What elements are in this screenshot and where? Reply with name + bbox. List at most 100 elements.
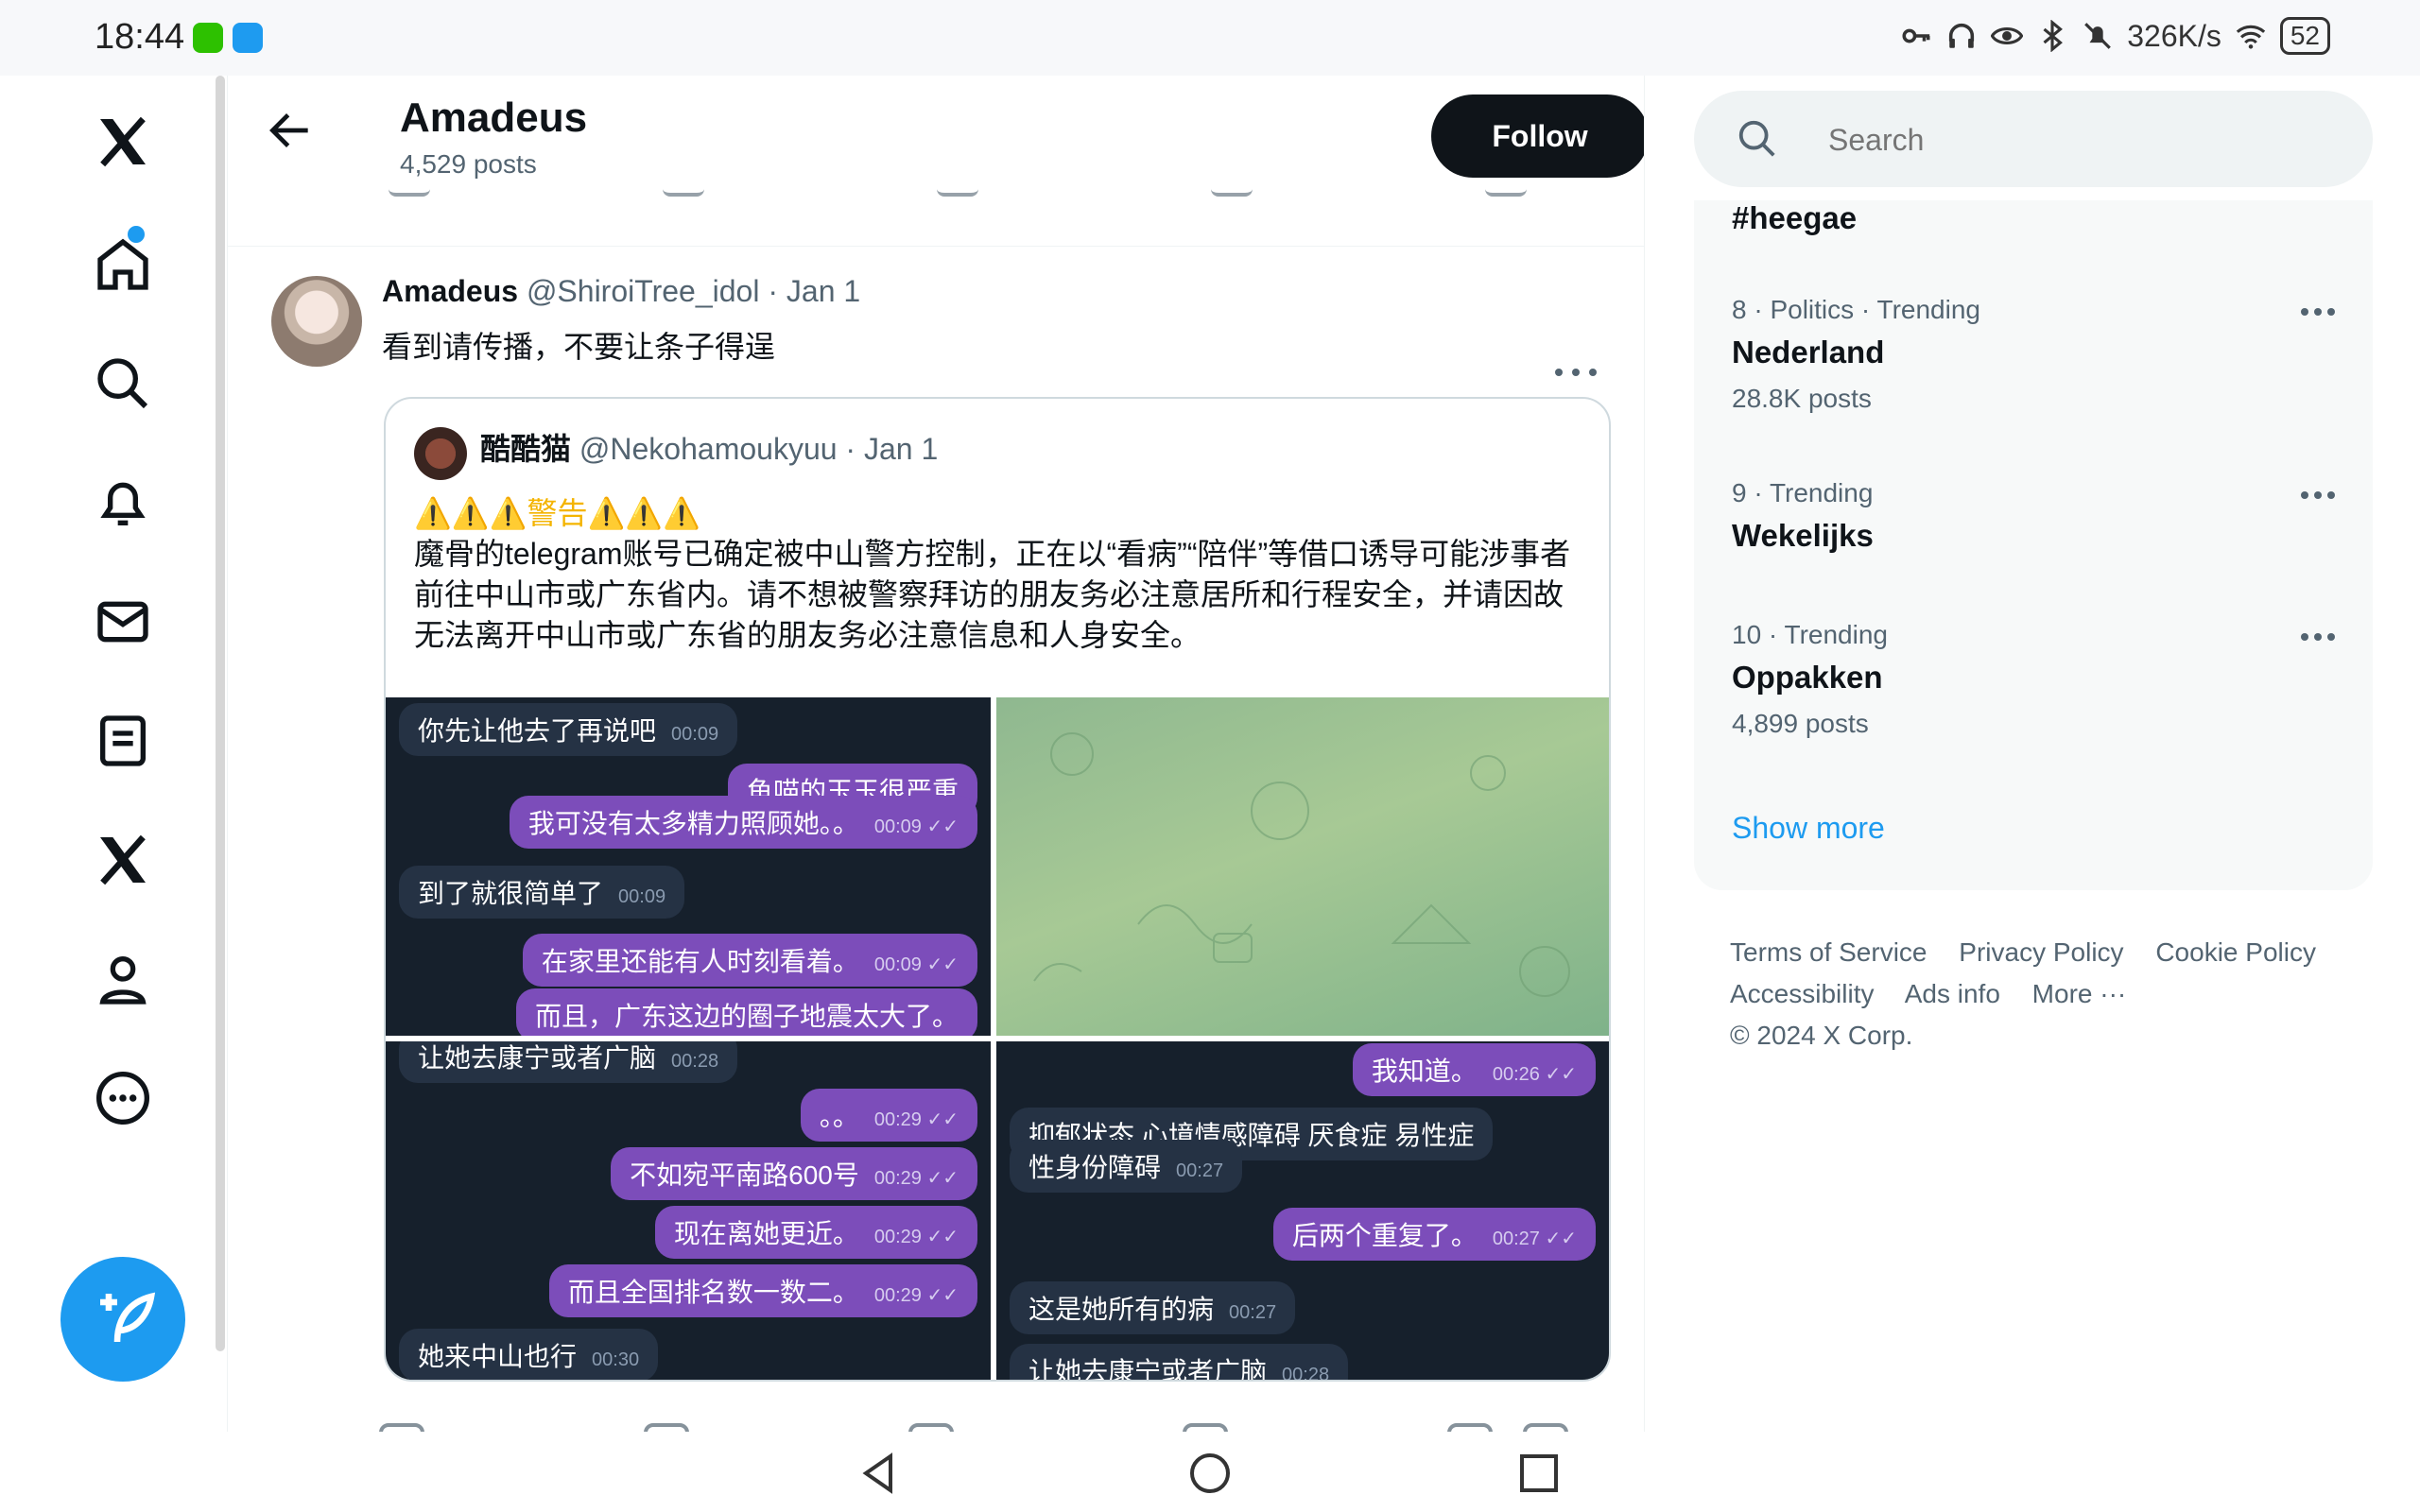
bell-icon[interactable] <box>89 469 157 537</box>
terms-link[interactable]: Terms of Service <box>1730 937 1927 967</box>
previous-post-actions <box>228 178 1644 215</box>
warning-line: ⚠️⚠️⚠️警告⚠️⚠️⚠️ <box>414 496 701 530</box>
follow-button[interactable]: Follow <box>1431 94 1644 178</box>
divider <box>228 246 1644 247</box>
tweet-text: 看到请传播，不要让条子得逞 <box>382 330 776 364</box>
tweet-header: Amadeus @ShiroiTree_idol · Jan 1 <box>382 274 860 309</box>
back-triangle-icon[interactable] <box>856 1451 902 1496</box>
lists-icon[interactable] <box>89 707 157 775</box>
trend-item[interactable]: 10 · Trending Oppakken 4,899 posts <box>1732 620 2337 739</box>
quote-header: 酷酷猫 @Nekohamoukyuu · Jan 1 <box>480 425 938 469</box>
trend-item[interactable]: 8 · Politics · Trending Nederland 28.8K … <box>1732 295 2337 414</box>
notification-dot <box>125 223 147 246</box>
chat-bubble-text: 这是她所有的病 <box>1028 1295 1215 1324</box>
profile-icon[interactable] <box>89 945 157 1013</box>
cloud-icon <box>233 23 263 53</box>
trend-context: 10 · Trending <box>1732 620 1888 649</box>
chat-bubble-text: 。。 <box>819 1102 859 1131</box>
back-arrow-icon[interactable] <box>264 104 317 157</box>
more-options-icon[interactable] <box>1551 363 1600 382</box>
search-input[interactable] <box>1826 113 2322 166</box>
chat-bubble-time: 00:29 ✓✓ <box>873 1168 959 1189</box>
trend-name: Wekelijks <box>1732 518 1874 553</box>
chat-bubble-text: 后两个重复了。 <box>1291 1221 1478 1250</box>
chat-screenshot-3[interactable]: 让她去康宁或者广脑 00:28 。。 00:29 ✓✓ 不如宛平南路600号 00:29 … <box>386 1041 991 1380</box>
chat-bubble-time: 00:28 <box>1282 1365 1330 1380</box>
post-count: 4,529 posts <box>400 149 537 179</box>
compose-post-button[interactable] <box>60 1257 185 1382</box>
chat-bubble-text: 而且全国排名数一数二。 <box>567 1278 859 1307</box>
quote-text: ⚠️⚠️⚠️警告⚠️⚠️⚠️ 魔骨的telegram账号已确定被中山警方控制，正… <box>414 493 1586 656</box>
chat-bubble-text: 而且，广东这边的圈子地震太大了。 <box>534 1002 959 1031</box>
net-speed: 326K/s <box>2127 18 2221 53</box>
chat-bubble-time: 00:09 <box>618 886 666 907</box>
mail-icon[interactable] <box>89 588 157 656</box>
show-more-link[interactable]: Show more <box>1732 811 1885 846</box>
scrollbar[interactable] <box>216 76 225 1351</box>
chat-background-image[interactable] <box>996 697 1609 1036</box>
status-indicators: 326K/s 52 <box>1900 17 2330 55</box>
ads-info-link[interactable]: Ads info <box>1905 979 2000 1008</box>
cookie-link[interactable]: Cookie Policy <box>2155 937 2316 967</box>
trend-more-icon[interactable] <box>2299 306 2337 318</box>
trends-panel: #heegae 8 · Politics · Trending Nederlan… <box>1694 200 2373 890</box>
doodle-pattern <box>1033 732 1570 997</box>
status-bar: 18:44 326K/s 52 <box>0 0 2420 76</box>
trend-more-icon[interactable] <box>2299 631 2337 643</box>
chat-bubble-text: 不如宛平南路600号 <box>630 1160 859 1190</box>
chat-bubble: 而且全国排名数一数二。 00:29 ✓✓ <box>548 1264 977 1317</box>
chat-bubble: 这是她所有的病 00:27 <box>1010 1281 1296 1334</box>
trend-count: 4,899 posts <box>1732 709 1869 738</box>
quoted-tweet[interactable]: 酷酷猫 @Nekohamoukyuu · Jan 1 ⚠️⚠️⚠️警告⚠️⚠️⚠… <box>384 397 1611 1382</box>
eye-icon <box>1991 27 2024 44</box>
trend-name: Oppakken <box>1732 660 1883 695</box>
recents-square-icon[interactable] <box>1516 1451 1562 1496</box>
chat-bubble-text: 我知道。 <box>1371 1057 1478 1086</box>
tweet-handle[interactable]: @ShiroiTree_idol <box>527 274 760 308</box>
home-icon[interactable] <box>89 223 157 299</box>
more-icon[interactable] <box>89 1064 157 1132</box>
accessibility-link[interactable]: Accessibility <box>1730 979 1874 1008</box>
system-nav-bar <box>0 1432 2420 1512</box>
chat-bubble-text: 现在离她更近。 <box>673 1219 859 1248</box>
privacy-link[interactable]: Privacy Policy <box>1959 937 2123 967</box>
tweet-avatar[interactable] <box>271 276 362 367</box>
chat-bubble-time: 00:27 <box>1176 1160 1224 1181</box>
chat-bubble-time: 00:09 ✓✓ <box>873 816 959 837</box>
chat-bubble-text: 你先让他去了再说吧 <box>418 716 657 746</box>
tweet-author-name[interactable]: Amadeus <box>382 274 518 308</box>
chat-bubble-time: 00:09 <box>671 724 719 745</box>
trend-context: 9 · Trending <box>1732 478 1874 507</box>
chat-bubble: 现在离她更近。 00:29 ✓✓ <box>654 1206 977 1259</box>
trend-name: Nederland <box>1732 335 1885 369</box>
trend-context: 8 · Politics · Trending <box>1732 295 1980 324</box>
chat-bubble: 我可没有太多精力照顾她。。 00:09 ✓✓ <box>509 796 977 849</box>
chat-bubble: 而且，广东这边的圈子地震太大了。 <box>515 988 977 1036</box>
image-grid: 你先让他去了再说吧 00:09 鱼喵的玉玉很严重 我可没有太多精力照顾她。。 00:09… <box>386 697 1609 1380</box>
chat-bubble: 后两个重复了。 00:27 ✓✓ <box>1272 1208 1596 1261</box>
trend-more-icon[interactable] <box>2299 490 2337 501</box>
x-logo-icon[interactable] <box>89 108 157 176</box>
chat-bubble-time: 00:29 ✓✓ <box>873 1109 959 1130</box>
more-link[interactable]: More ··· <box>2032 979 2127 1008</box>
home-circle-icon[interactable] <box>1187 1451 1233 1496</box>
quote-body: 魔骨的telegram账号已确定被中山警方控制，正在以“看病”“陪伴”等借口诱导… <box>414 537 1571 652</box>
tweet-date[interactable]: · Jan 1 <box>768 274 860 308</box>
chat-bubble: 让她去康宁或者广脑 00:28 <box>399 1041 738 1083</box>
wifi-icon <box>2236 25 2266 49</box>
chat-screenshot-4[interactable]: 我知道。 00:26 ✓✓ 抑郁状态 心境情感障碍 厌食症 易性症 性身份障碍 00:2… <box>996 1041 1609 1380</box>
trend-hashtag[interactable]: #heegae <box>1732 200 1857 236</box>
trend-item[interactable]: 9 · Trending Wekelijks <box>1732 478 2337 554</box>
chat-bubble-text: 她来中山也行 <box>418 1342 578 1371</box>
quote-handle: @Nekohamoukyuu <box>579 432 838 466</box>
key-icon <box>1902 28 1930 43</box>
chat-bubble-time: 00:26 ✓✓ <box>1492 1064 1577 1085</box>
premium-x-icon[interactable] <box>89 826 157 894</box>
chat-bubble: 到了就很简单了 00:09 <box>399 866 685 919</box>
chat-bubble-text: 我可没有太多精力照顾她。。 <box>527 809 859 838</box>
chat-bubble: 我知道。 00:26 ✓✓ <box>1352 1043 1596 1096</box>
search-icon[interactable] <box>89 350 157 418</box>
quote-date: · Jan 1 <box>845 432 939 466</box>
chat-screenshot-1[interactable]: 你先让他去了再说吧 00:09 鱼喵的玉玉很严重 我可没有太多精力照顾她。。 00:09… <box>386 697 991 1036</box>
search-bar[interactable] <box>1694 91 2373 187</box>
